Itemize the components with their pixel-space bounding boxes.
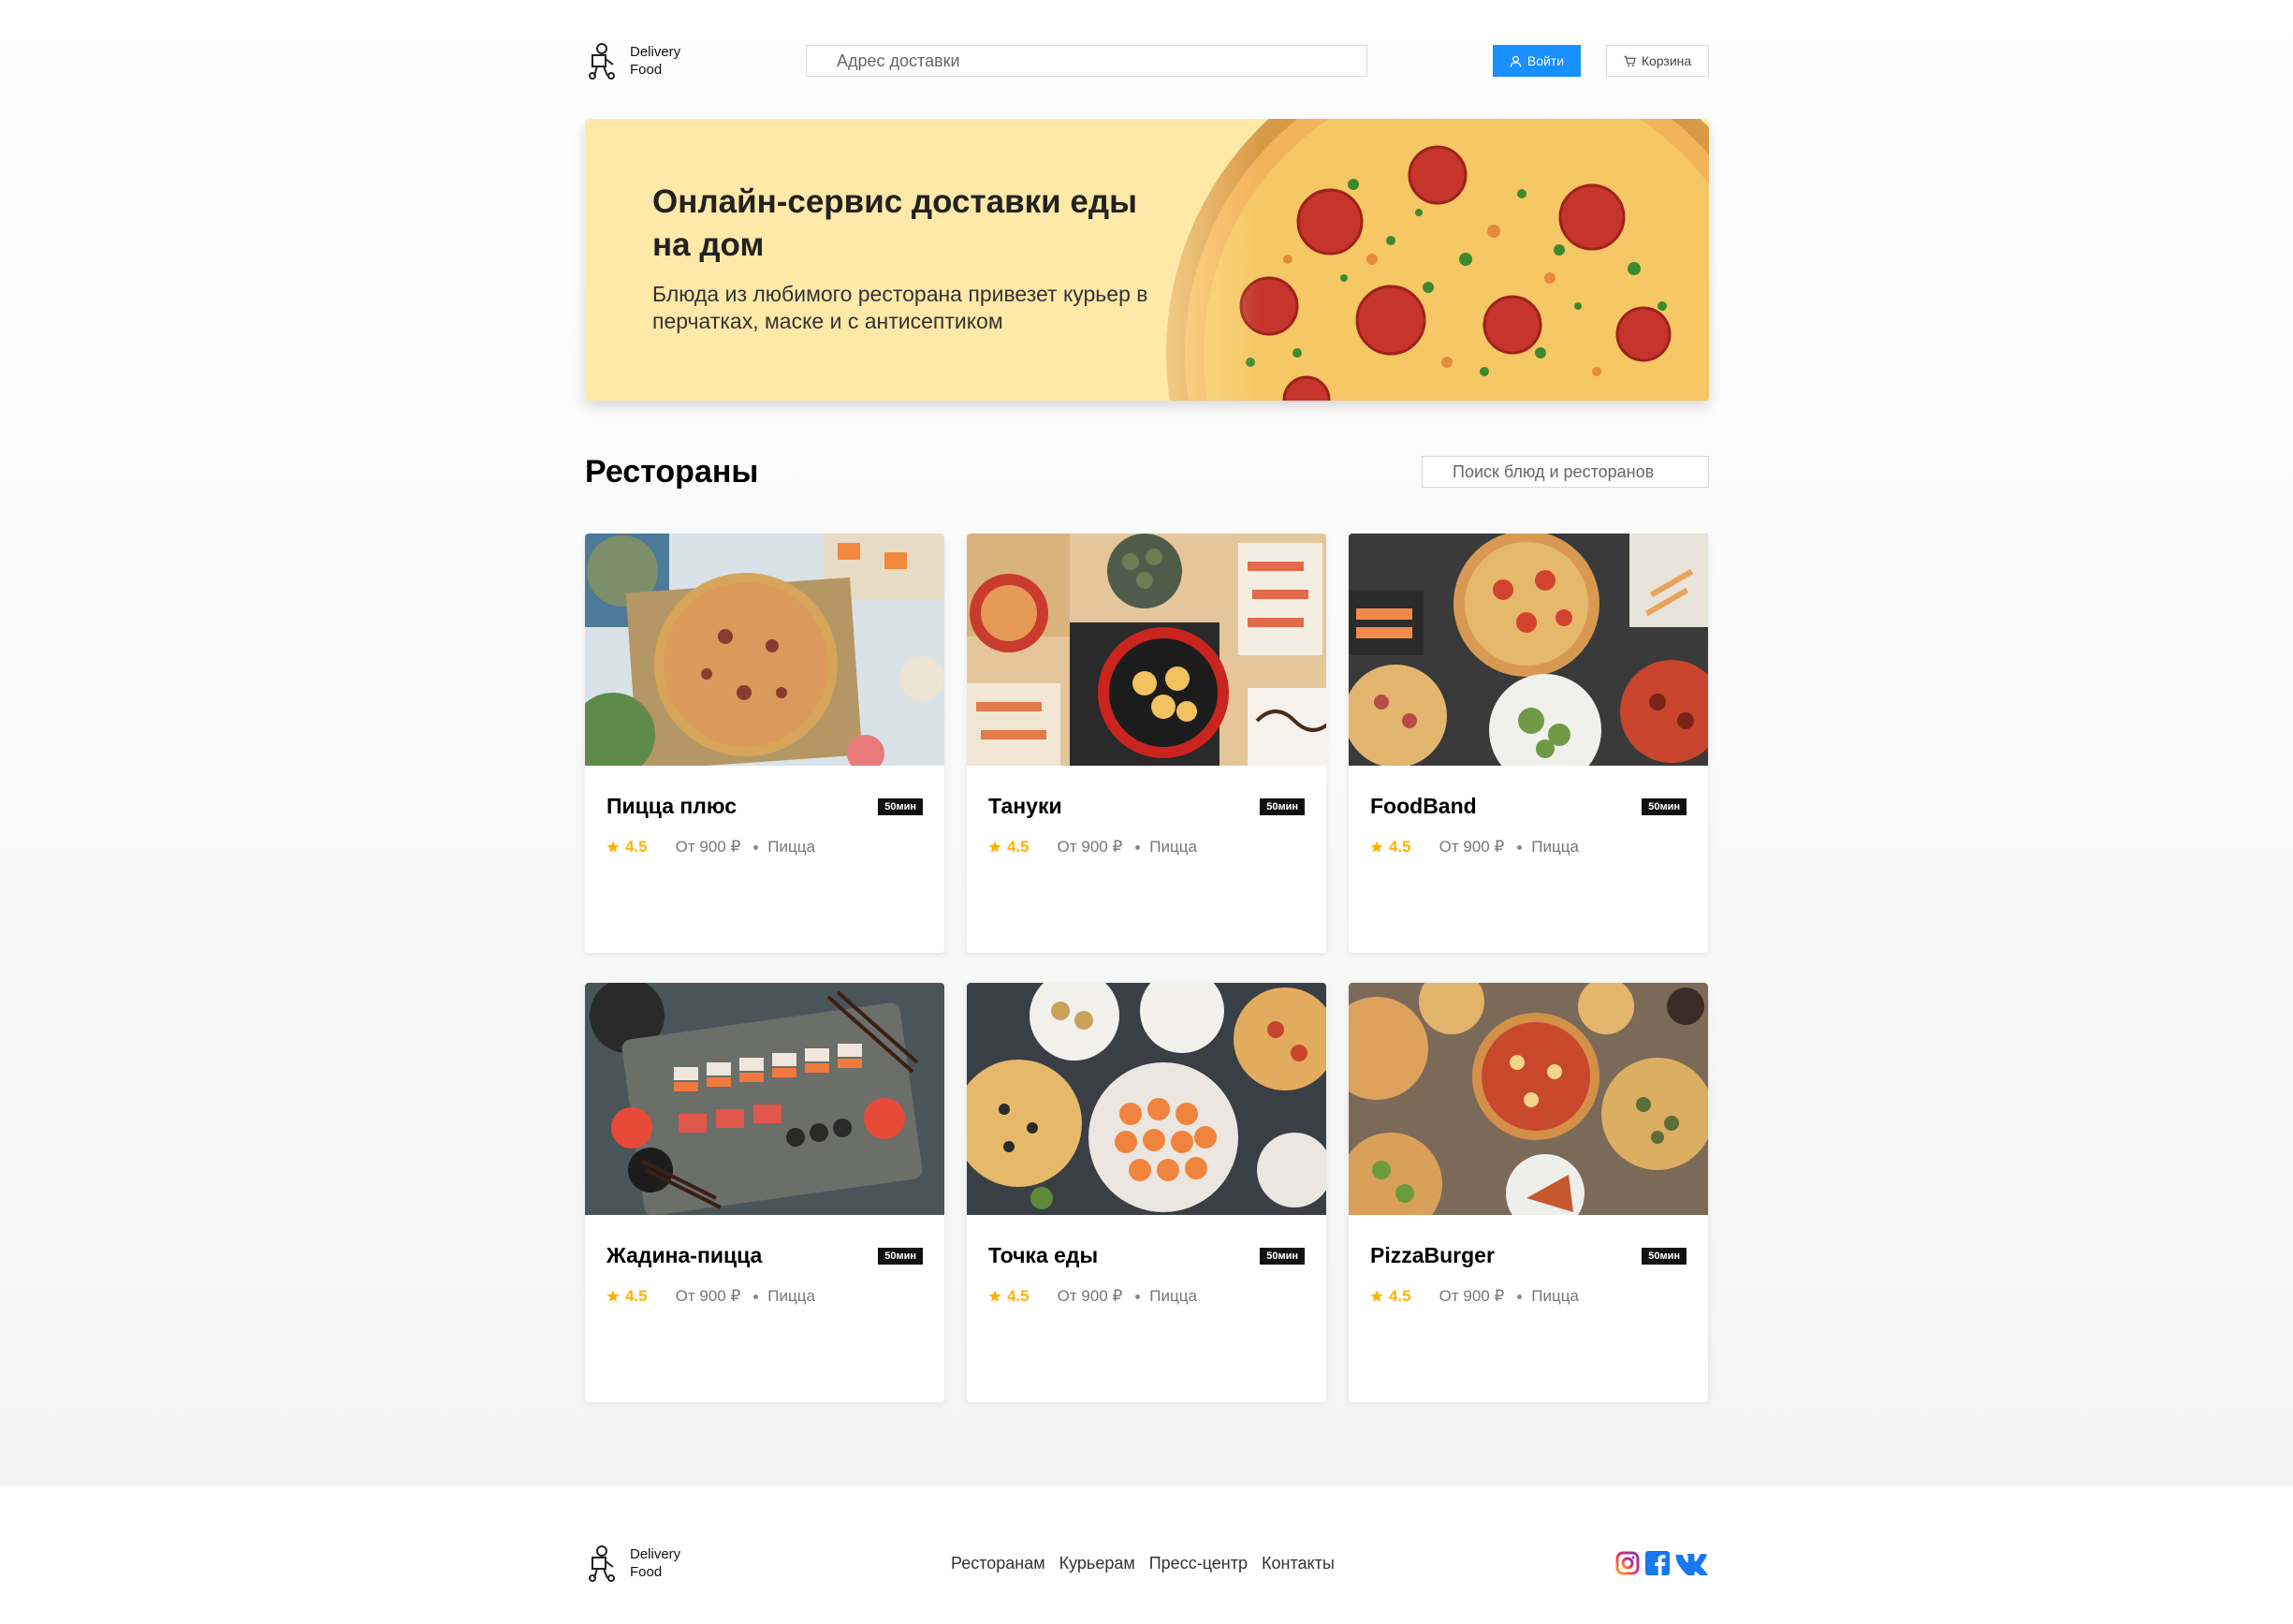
footer-logo[interactable]: Delivery Food [585, 1544, 806, 1582]
restaurant-image [1349, 534, 1708, 766]
rating-value: 4.5 [1007, 838, 1030, 856]
restaurant-name: PizzaBurger [1370, 1243, 1495, 1267]
section-title: Рестораны [585, 453, 759, 490]
restaurant-card[interactable]: Точка еды 50мин 4.5 От 900 ₽ Пицца [967, 983, 1326, 1402]
logo-line-1: Delivery [630, 44, 681, 60]
price: От 900 ₽ [1439, 838, 1505, 856]
restaurant-card[interactable]: FoodBand 50мин 4.5 От 900 ₽ Пицца [1349, 534, 1708, 953]
rating-value: 4.5 [625, 1287, 648, 1305]
promo-title: Онлайн-сервис доставки еды на дом [652, 183, 1137, 263]
category: Пицца [1149, 838, 1197, 856]
footer-link-press[interactable]: Пресс-центр [1149, 1554, 1248, 1573]
footer-link-couriers[interactable]: Курьерам [1059, 1554, 1135, 1573]
category: Пицца [767, 1287, 815, 1305]
restaurant-image [1349, 983, 1708, 1215]
promo-banner: Онлайн-сервис доставки еды на дом Блюда … [585, 119, 1709, 401]
rating: 4.5 [606, 1287, 648, 1306]
rating-value: 4.5 [1389, 838, 1411, 856]
restaurant-image [585, 534, 944, 766]
rating-value: 4.5 [625, 838, 648, 856]
footer-logo-line-1: Delivery [630, 1546, 681, 1562]
restaurant-card[interactable]: Жадина-пицца 50мин 4.5 От 900 ₽ Пицца [585, 983, 944, 1402]
courier-logo-icon [589, 43, 615, 80]
promo-text: Блюда из любимого ресторана привезет кур… [652, 282, 1148, 333]
login-button[interactable]: Войти [1493, 45, 1581, 77]
restaurant-name: Точка еды [988, 1243, 1099, 1267]
star-icon [1370, 1290, 1383, 1302]
delivery-time-badge: 50мин [1642, 1247, 1687, 1265]
rating: 4.5 [988, 838, 1030, 856]
restaurant-image [967, 983, 1326, 1215]
star-icon [606, 1290, 620, 1302]
footer-nav: Ресторанам Курьерам Пресс-центр Контакты [951, 1554, 1335, 1573]
vk-icon[interactable] [1675, 1551, 1709, 1575]
category: Пицца [767, 838, 815, 856]
restaurant-image [967, 534, 1326, 766]
rating-value: 4.5 [1389, 1287, 1411, 1305]
address-input[interactable] [806, 45, 1367, 77]
category: Пицца [1149, 1287, 1197, 1305]
footer-link-contacts[interactable]: Контакты [1262, 1554, 1335, 1573]
separator-dot [753, 844, 759, 850]
restaurant-image [585, 983, 944, 1215]
login-label: Войти [1526, 53, 1565, 68]
rating: 4.5 [988, 1287, 1030, 1306]
star-icon [606, 841, 620, 853]
restaurant-card[interactable]: Пицца плюс 50мин 4.5 От 900 ₽ Пицца [585, 534, 944, 953]
restaurant-card[interactable]: Тануки 50мин 4.5 От 900 ₽ Пицца [967, 534, 1326, 953]
social-links [1615, 1551, 1709, 1575]
delivery-time-badge: 50мин [878, 1247, 923, 1265]
star-icon [988, 1290, 1001, 1302]
delivery-time-badge: 50мин [1642, 797, 1687, 815]
delivery-time-badge: 50мин [1260, 1247, 1305, 1265]
rating: 4.5 [606, 838, 648, 856]
separator-dot [1517, 844, 1523, 850]
footer-logo-text: Delivery Food [630, 1545, 680, 1581]
restaurant-name: FoodBand [1370, 794, 1477, 818]
logo[interactable]: Delivery Food [585, 42, 806, 80]
rating-value: 4.5 [1007, 1287, 1030, 1305]
rating: 4.5 [1370, 1287, 1411, 1306]
price: От 900 ₽ [1057, 838, 1123, 856]
separator-dot [1135, 844, 1141, 850]
restaurants-header: Рестораны [585, 438, 1709, 505]
star-icon [988, 841, 1001, 853]
restaurant-name: Тануки [988, 794, 1062, 818]
user-icon [1510, 55, 1522, 67]
logo-line-2: Food [630, 62, 663, 78]
cart-label: Корзина [1641, 53, 1692, 68]
restaurant-name: Жадина-пицца [606, 1243, 763, 1267]
header: Delivery Food Войти Корзина [585, 34, 1709, 88]
price: От 900 ₽ [675, 1287, 741, 1305]
courier-logo-icon [589, 1545, 615, 1582]
restaurant-grid: Пицца плюс 50мин 4.5 От 900 ₽ Пицца Тану… [585, 534, 1709, 1402]
search-input[interactable] [1422, 456, 1709, 488]
separator-dot [1135, 1294, 1141, 1299]
footer-logo-line-2: Food [630, 1564, 663, 1580]
delivery-time-badge: 50мин [1260, 797, 1305, 815]
price: От 900 ₽ [1057, 1287, 1123, 1305]
restaurant-card[interactable]: PizzaBurger 50мин 4.5 От 900 ₽ Пицца [1349, 983, 1708, 1402]
delivery-time-badge: 50мин [878, 797, 923, 815]
footer-link-restaurants[interactable]: Ресторанам [951, 1554, 1045, 1573]
separator-dot [1517, 1294, 1523, 1299]
instagram-icon[interactable] [1615, 1551, 1640, 1575]
star-icon [1370, 841, 1383, 853]
cart-button[interactable]: Корзина [1606, 45, 1709, 77]
separator-dot [753, 1294, 759, 1299]
logo-text: Delivery Food [630, 43, 680, 79]
price: От 900 ₽ [1439, 1287, 1505, 1305]
price: От 900 ₽ [675, 838, 741, 856]
category: Пицца [1531, 1287, 1579, 1305]
rating: 4.5 [1370, 838, 1411, 856]
facebook-icon[interactable] [1645, 1551, 1670, 1575]
pizza-image [1110, 119, 1709, 401]
cart-icon [1624, 55, 1636, 66]
category: Пицца [1531, 838, 1579, 856]
restaurant-name: Пицца плюс [606, 794, 738, 818]
footer: Delivery Food Ресторанам Курьерам Пресс-… [585, 1535, 1709, 1591]
